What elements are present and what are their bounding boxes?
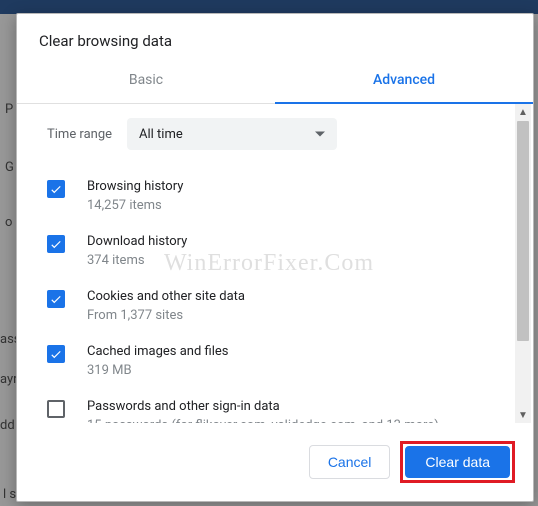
background-page-text: ayr <box>0 372 18 387</box>
time-range-select[interactable]: All time <box>127 118 337 150</box>
list-item: Cached images and files 319 MB <box>39 333 501 388</box>
checkbox[interactable] <box>47 345 65 363</box>
background-page-text: G <box>5 160 14 175</box>
checkbox[interactable] <box>47 290 65 308</box>
item-subtitle: 14,257 items <box>87 198 501 213</box>
scrollbar[interactable]: ▲ ▼ <box>515 104 531 423</box>
checkbox[interactable] <box>47 235 65 253</box>
dialog-content: Time range All time Browsing history 14,2… <box>17 104 515 423</box>
list-item: Download history 374 items <box>39 223 501 278</box>
checkbox[interactable] <box>47 180 65 198</box>
item-title: Cached images and files <box>87 343 501 361</box>
scroll-up-icon[interactable]: ▲ <box>515 104 531 120</box>
item-subtitle: From 1,377 sites <box>87 308 501 323</box>
item-title: Cookies and other site data <box>87 288 501 306</box>
clear-data-button[interactable]: Clear data <box>405 446 510 478</box>
dialog-title: Clear browsing data <box>17 14 533 60</box>
background-page-text: P <box>5 102 13 117</box>
background-page-text: o <box>5 215 12 230</box>
cancel-button[interactable]: Cancel <box>309 445 391 479</box>
item-text: Download history 374 items <box>87 233 501 268</box>
browser-top-strip <box>0 0 538 14</box>
list-item: Browsing history 14,257 items <box>39 168 501 223</box>
background-page-text: dd <box>0 418 15 433</box>
checkbox[interactable] <box>47 400 65 418</box>
chevron-down-icon <box>315 132 325 137</box>
list-item: Passwords and other sign-in data15 passw… <box>39 388 501 423</box>
item-text: Browsing history 14,257 items <box>87 178 501 213</box>
time-range-row: Time range All time <box>47 118 501 150</box>
item-title: Download history <box>87 233 501 251</box>
item-text: Cached images and files 319 MB <box>87 343 501 378</box>
tabs: Basic Advanced <box>17 60 533 104</box>
tab-advanced[interactable]: Advanced <box>275 60 533 104</box>
tab-basic[interactable]: Basic <box>17 60 275 104</box>
scroll-down-icon[interactable]: ▼ <box>515 407 531 423</box>
item-text: Cookies and other site data From 1,377 si… <box>87 288 501 323</box>
list-item: Cookies and other site data From 1,377 si… <box>39 278 501 333</box>
dialog-footer: Cancel Clear data <box>17 423 533 501</box>
item-subtitle: 374 items <box>87 253 501 268</box>
item-title: Passwords and other sign-in data <box>87 398 501 416</box>
time-range-label: Time range <box>47 127 127 142</box>
scroll-thumb[interactable] <box>517 121 529 341</box>
item-subtitle: 319 MB <box>87 363 501 378</box>
item-text: Passwords and other sign-in data15 passw… <box>87 398 501 423</box>
item-title: Browsing history <box>87 178 501 196</box>
clear-browsing-data-dialog: Clear browsing data Basic Advanced Time … <box>16 13 534 502</box>
clear-data-highlight: Clear data <box>400 441 515 483</box>
time-range-value: All time <box>139 127 183 142</box>
